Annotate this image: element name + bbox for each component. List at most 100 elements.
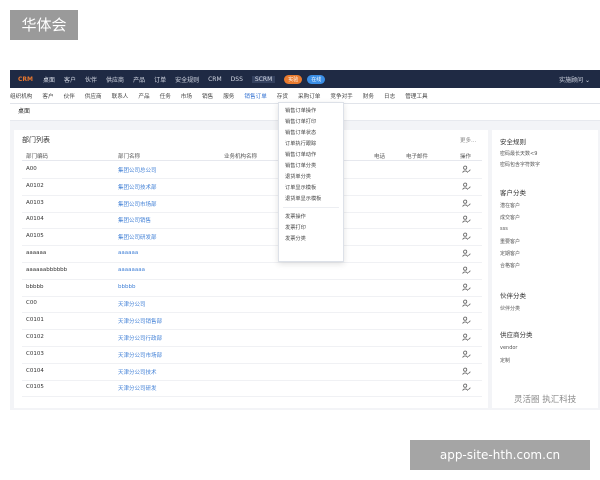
table-row[interactable]: aaaaaa aaaaaa [22,246,482,263]
menu-item-admin-tools[interactable]: 管理工具 [405,92,427,100]
dropdown-item[interactable]: 销售订单操作 [285,107,316,114]
topnav-item-order[interactable]: 订单 [154,75,166,84]
menu-item-product[interactable]: 产品 [138,92,149,100]
edit-user-icon[interactable] [462,316,471,325]
dropdown-item[interactable]: 销售订单打印 [285,118,316,125]
table-row[interactable]: A0105 集团公司研发部 [22,229,482,247]
status-badge-online[interactable]: 在线 [307,74,326,84]
cell-department-name-link[interactable]: 天津分公司 [118,300,146,308]
menu-item-contact[interactable]: 联系人 [112,92,129,100]
topnav-item-product[interactable]: 产品 [133,75,145,84]
menu-item-purchase-order[interactable]: 采购订单 [298,92,320,100]
menu-item-finance[interactable]: 财务 [363,92,374,100]
side-item[interactable]: 成交客户 [500,214,520,221]
dropdown-item[interactable]: 销售订单状态 [285,129,316,136]
topnav-item-customer[interactable]: 客户 [64,75,76,84]
menu-item-partner[interactable]: 伙伴 [64,92,75,100]
table-row[interactable]: C0105 天津分公司研发 [22,380,482,398]
menu-item-log[interactable]: 日志 [384,92,395,100]
cell-department-name-link[interactable]: 天津分公司技术 [118,368,157,376]
cell-department-name-link[interactable]: 集团公司总公司 [118,166,157,174]
cell-department-name-link[interactable]: 集团公司市场部 [118,200,157,208]
dropdown-item[interactable]: 订单显示模板 [285,184,316,191]
table-row[interactable]: A00 集团公司总公司 [22,162,482,179]
cell-department-name-link[interactable]: aaaaaa [118,250,138,256]
cell-department-name-link[interactable]: 天津分公司市场部 [118,351,162,359]
cell-department-name-link[interactable]: 集团公司技术部 [118,183,157,191]
topnav-item-dss[interactable]: DSS [231,76,243,83]
column-header-name[interactable]: 部门名称 [118,152,140,160]
dropdown-item[interactable]: 退货单显示模板 [285,195,321,202]
table-row[interactable]: A0103 集团公司市场部 [22,196,482,213]
topnav-item-partner[interactable]: 伙伴 [85,75,97,84]
menu-item-task[interactable]: 任务 [160,92,171,100]
edit-user-icon[interactable] [462,350,471,359]
menu-item-sales[interactable]: 销售 [202,92,213,100]
app-logo[interactable]: CRM [18,76,33,83]
side-item[interactable]: 密码最长天数<9 [500,150,537,157]
side-item[interactable]: vendor [500,345,518,351]
column-header-phone[interactable]: 电话 [374,152,385,160]
edit-user-icon[interactable] [462,165,471,174]
column-header-email[interactable]: 电子邮件 [406,152,428,160]
user-menu[interactable]: 实施顾问 ⌄ [559,75,590,84]
column-header-org[interactable]: 业务机构名称 [224,152,257,160]
side-item[interactable]: 定制 [500,357,510,364]
menu-item-service[interactable]: 服务 [223,92,234,100]
menu-item-market[interactable]: 市场 [181,92,192,100]
edit-user-icon[interactable] [462,283,471,292]
cell-department-name-link[interactable]: bbbbb [118,284,135,290]
column-header-code[interactable]: 部门编码 [26,152,48,160]
status-badge-experiment[interactable]: 实验 [284,74,303,84]
edit-user-icon[interactable] [462,249,471,258]
menu-item-stock[interactable]: 存货 [277,92,288,100]
side-item[interactable]: 密码包含字符数字 [500,161,540,168]
table-row[interactable]: A0102 集团公司技术部 [22,179,482,196]
dropdown-item[interactable]: 销售订单动作 [285,151,316,158]
edit-user-icon[interactable] [462,299,471,308]
table-row[interactable]: C0101 天津分公司销售部 [22,313,482,331]
dropdown-item[interactable]: 发票操作 [285,213,306,220]
dropdown-item[interactable]: 订单执行跟踪 [285,140,316,147]
cell-department-name-link[interactable]: 天津分公司销售部 [118,317,162,325]
menu-item-supplier[interactable]: 供应商 [85,92,102,100]
dropdown-item[interactable]: 发票分类 [285,235,306,242]
side-item[interactable]: 潜在客户 [500,202,520,209]
menu-item-org[interactable]: 组织机构 [10,92,32,100]
cell-department-name-link[interactable]: 集团公司销售 [118,216,151,224]
edit-user-icon[interactable] [462,333,471,342]
dropdown-item[interactable]: 退货单分类 [285,173,311,180]
edit-user-icon[interactable] [462,367,471,376]
topnav-item-scrm[interactable]: SCRM [251,75,276,83]
menu-item-sales-order[interactable]: 销售订单 [244,92,266,100]
table-row[interactable]: bbbbb bbbbb [22,280,482,297]
topnav-item-security[interactable]: 安全规则 [175,75,199,84]
cell-department-name-link[interactable]: 天津分公司行政部 [118,334,162,342]
edit-user-icon[interactable] [462,199,471,208]
table-row[interactable]: C0102 天津分公司行政部 [22,330,482,347]
table-row[interactable]: aaaaaabbbbbb aaaaaaaa [22,263,482,280]
side-item[interactable]: 定期客户 [500,250,520,257]
topnav-item-desktop[interactable]: 桌面 [43,75,55,84]
edit-user-icon[interactable] [462,232,471,241]
cell-department-name-link[interactable]: 集团公司研发部 [118,233,157,241]
cell-department-name-link[interactable]: 天津分公司研发 [118,384,157,392]
dropdown-item[interactable]: 销售订单分类 [285,162,316,169]
edit-user-icon[interactable] [462,266,471,275]
cell-department-name-link[interactable]: aaaaaaaa [118,267,145,273]
menu-item-customer[interactable]: 客户 [42,92,53,100]
side-item[interactable]: 重要客户 [500,238,520,245]
more-link[interactable]: 更多... [460,136,476,144]
table-row[interactable]: C00 天津分公司 [22,296,482,314]
menu-item-competitor[interactable]: 竞争对手 [330,92,352,100]
edit-user-icon[interactable] [462,215,471,224]
edit-user-icon[interactable] [462,182,471,191]
topnav-item-crm[interactable]: CRM [208,76,222,83]
edit-user-icon[interactable] [462,383,471,392]
topnav-item-supplier[interactable]: 供应商 [106,75,124,84]
side-item[interactable]: 伙伴分类 [500,305,520,312]
table-row[interactable]: C0104 天津分公司技术 [22,364,482,381]
dropdown-item[interactable]: 发票打印 [285,224,306,231]
table-row[interactable]: A0104 集团公司销售 [22,212,482,230]
table-row[interactable]: C0103 天津分公司市场部 [22,347,482,364]
